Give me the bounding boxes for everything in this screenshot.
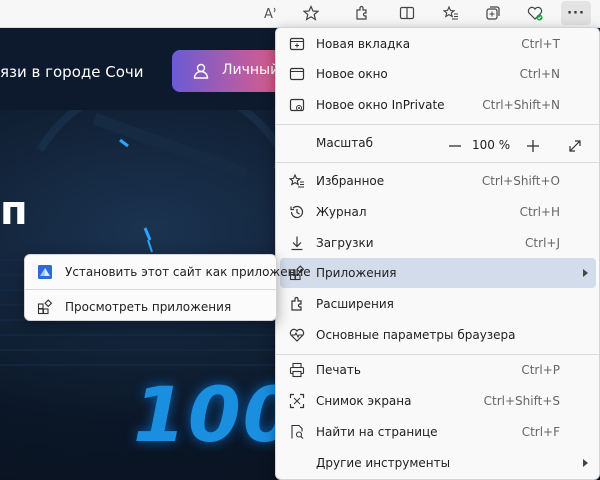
submenu-item-label: Просмотреть приложения <box>65 300 232 314</box>
personal-account-label: Личный <box>222 62 280 78</box>
new-window-icon <box>289 66 305 82</box>
menu-item-zoom: Масштаб <box>280 128 596 158</box>
menu-item-history[interactable]: Журнал Ctrl+H <box>280 197 596 227</box>
menu-item-apps[interactable]: Приложения <box>280 258 596 288</box>
submenu-item-install-site-as-app[interactable]: Установить этот сайт как приложение <box>29 258 311 286</box>
menu-item-label: Найти на странице <box>316 425 438 439</box>
more-menu-button[interactable]: ··· <box>561 1 591 25</box>
menu-item-shortcut: Ctrl+Shift+S <box>483 394 560 408</box>
more-menu-icon: ··· <box>567 5 585 21</box>
chevron-right-icon <box>583 459 588 467</box>
collections-icon[interactable] <box>478 1 508 25</box>
menu-item-label: Основные параметры браузера <box>316 328 516 342</box>
submenu-separator <box>25 289 276 290</box>
menu-item-shortcut: Ctrl+H <box>519 205 560 219</box>
zoom-level: 100 % <box>472 138 511 152</box>
extensions-icon <box>289 296 305 312</box>
menu-item-new-window[interactable]: Новое окно Ctrl+N <box>280 59 596 89</box>
extensions-icon[interactable] <box>347 1 377 25</box>
menu-item-label: Новое окно InPrivate <box>316 98 445 112</box>
menu-item-browser-essentials[interactable]: Основные параметры браузера <box>280 320 596 350</box>
menu-item-label: Новое окно <box>316 67 388 81</box>
menu-item-shortcut: Ctrl+N <box>519 67 560 81</box>
menu-item-screenshot[interactable]: Снимок экрана Ctrl+Shift+S <box>280 386 596 416</box>
minus-icon <box>449 145 461 147</box>
favorites-icon <box>289 173 305 189</box>
menu-item-label: Другие инструменты <box>316 456 451 470</box>
read-aloud-icon[interactable]: A <box>256 1 286 25</box>
plus-icon <box>527 140 539 152</box>
hero-number: 100 <box>133 370 298 459</box>
menu-item-extensions[interactable]: Расширения <box>280 289 596 319</box>
apps-submenu: Установить этот сайт как приложение Прос… <box>24 254 311 321</box>
menu-item-more-tools[interactable]: Другие инструменты <box>280 448 596 478</box>
inprivate-icon <box>289 97 305 113</box>
browser-toolbar: A ··· <box>0 0 600 28</box>
menu-item-shortcut: Ctrl+Shift+O <box>481 174 560 188</box>
history-icon <box>289 204 305 220</box>
svg-text:A: A <box>264 7 273 21</box>
menu-item-label: Загрузки <box>316 236 374 250</box>
menu-separator <box>276 162 599 163</box>
menu-item-label: Приложения <box>316 266 397 280</box>
menu-item-shortcut: Ctrl+Shift+N <box>482 98 560 112</box>
menu-separator <box>276 124 599 125</box>
menu-item-shortcut: Ctrl+T <box>521 37 560 51</box>
menu-item-label: Масштаб <box>316 136 374 150</box>
menu-item-downloads[interactable]: Загрузки Ctrl+J <box>280 228 596 258</box>
header-location-text[interactable]: язи в городе Сочи <box>0 63 144 81</box>
favorite-star-icon[interactable] <box>296 1 326 25</box>
menu-item-label: Печать <box>316 363 361 377</box>
install-app-icon <box>37 264 53 280</box>
browser-essentials-icon[interactable] <box>520 1 550 25</box>
menu-item-shortcut: Ctrl+F <box>521 425 560 439</box>
download-icon <box>289 235 305 251</box>
menu-item-shortcut: Ctrl+J <box>525 236 560 250</box>
menu-item-print[interactable]: Печать Ctrl+P <box>280 355 596 385</box>
find-on-page-icon <box>289 424 305 440</box>
browser-settings-menu: Новая вкладка Ctrl+T Новое окно Ctrl+N Н… <box>275 27 600 480</box>
menu-item-label: Новая вкладка <box>316 37 411 51</box>
screenshot-icon <box>289 393 305 409</box>
printer-icon <box>289 362 305 378</box>
menu-item-favorites[interactable]: Избранное Ctrl+Shift+O <box>280 166 596 196</box>
menu-item-find-on-page[interactable]: Найти на странице Ctrl+F <box>280 417 596 447</box>
apps-icon <box>37 299 53 315</box>
split-screen-icon[interactable] <box>392 1 422 25</box>
menu-item-label: Снимок экрана <box>316 394 412 408</box>
chevron-right-icon <box>583 269 588 277</box>
zoom-in-button[interactable] <box>520 133 546 159</box>
hero-title: п <box>0 188 28 234</box>
zoom-out-button[interactable] <box>442 133 468 159</box>
menu-item-shortcut: Ctrl+P <box>521 363 560 377</box>
menu-item-label: Журнал <box>316 205 367 219</box>
menu-item-new-inprivate-window[interactable]: Новое окно InPrivate Ctrl+Shift+N <box>280 90 596 120</box>
new-tab-icon <box>289 36 305 52</box>
expand-icon <box>569 140 581 152</box>
menu-item-label: Расширения <box>316 297 394 311</box>
submenu-item-view-apps[interactable]: Просмотреть приложения <box>29 293 274 321</box>
fullscreen-button[interactable] <box>562 133 588 159</box>
favorites-icon[interactable] <box>436 1 466 25</box>
menu-item-new-tab[interactable]: Новая вкладка Ctrl+T <box>280 29 596 59</box>
user-icon <box>193 63 209 79</box>
submenu-item-label: Установить этот сайт как приложение <box>65 265 311 279</box>
heart-pulse-icon <box>289 327 305 343</box>
menu-item-label: Избранное <box>316 174 385 188</box>
